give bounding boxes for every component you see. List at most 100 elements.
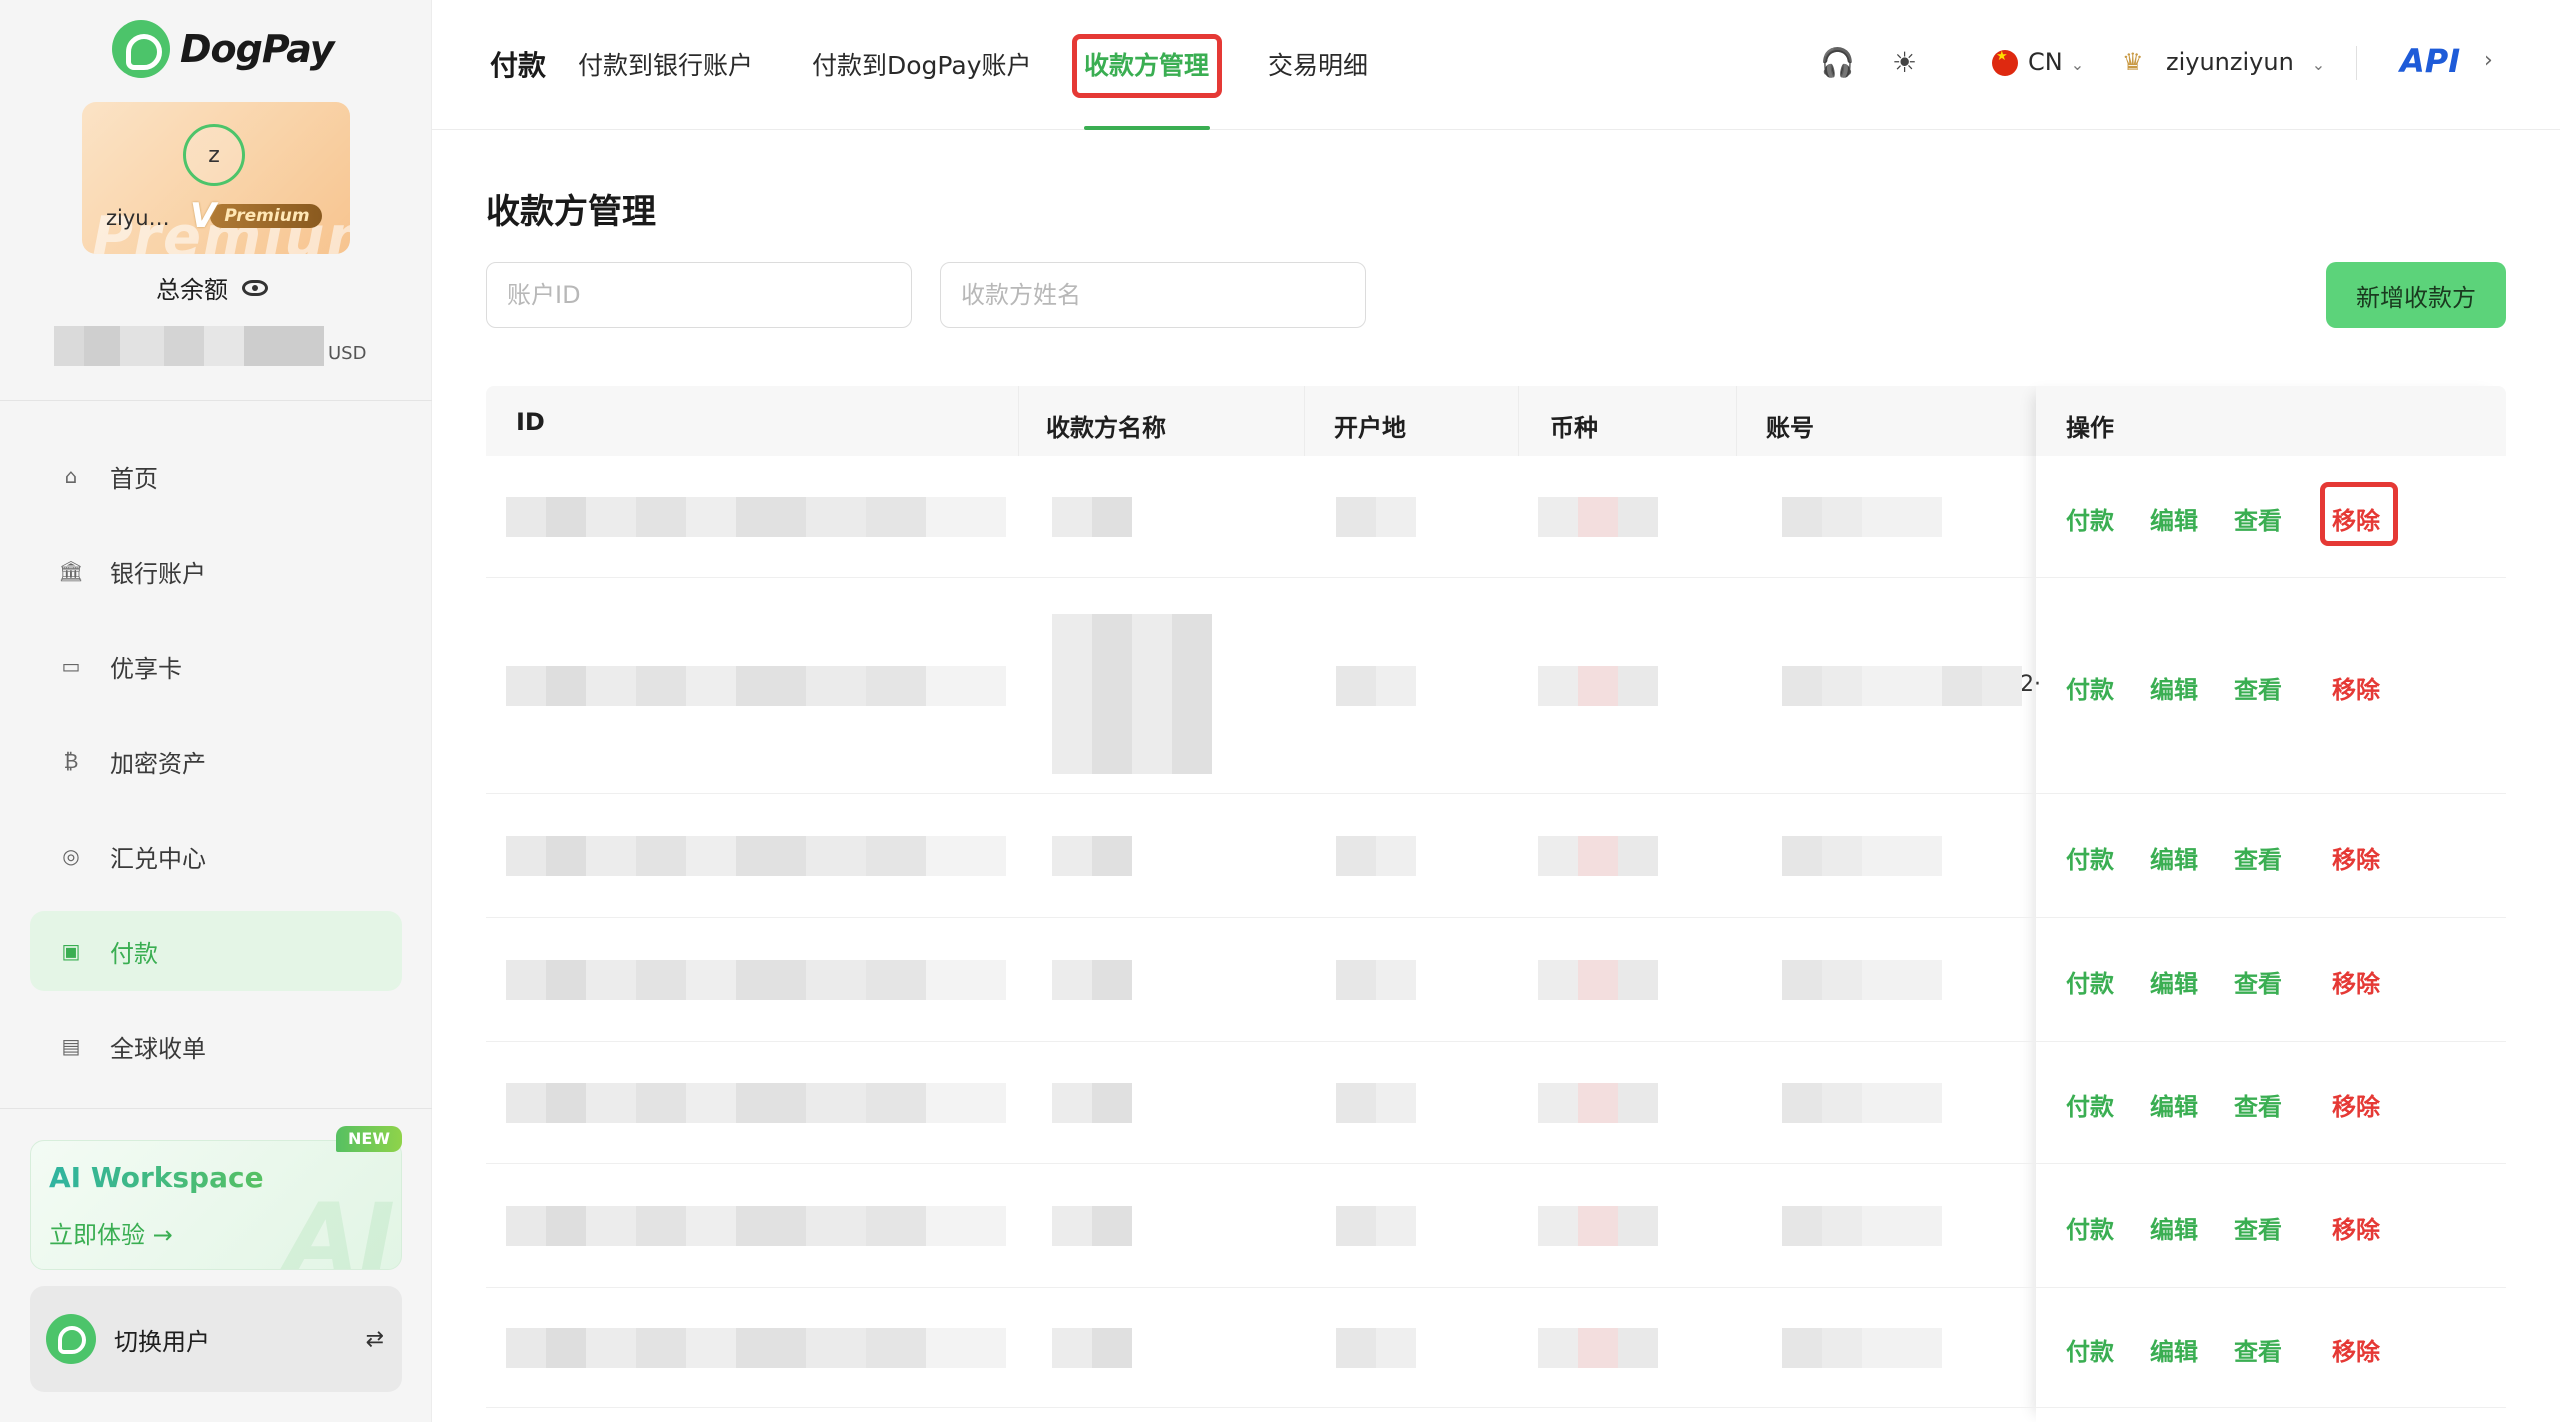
language-selector[interactable]: CN ⌄: [2028, 48, 2084, 76]
remove-button[interactable]: 移除: [2332, 1087, 2380, 1122]
column-header-payee-name: 收款方名称: [1046, 414, 1166, 442]
pay-button[interactable]: 付款: [2066, 840, 2114, 875]
table-row: 付款 编辑 查看 移除: [486, 1288, 2506, 1408]
view-button[interactable]: 查看: [2234, 1087, 2282, 1122]
table-row: 付款 编辑 查看 移除: [486, 1042, 2506, 1164]
edit-button[interactable]: 编辑: [2150, 1087, 2198, 1122]
pay-button[interactable]: 付款: [2066, 670, 2114, 705]
sidebar-item-payment[interactable]: ▣ 付款: [30, 911, 402, 991]
sidebar-item-label: 银行账户: [110, 559, 206, 588]
add-payee-button[interactable]: 新增收款方: [2326, 262, 2506, 328]
remove-button[interactable]: 移除: [2332, 840, 2380, 875]
page-title: 收款方管理: [486, 192, 656, 232]
edit-button[interactable]: 编辑: [2150, 501, 2198, 536]
account-id-input[interactable]: [486, 262, 912, 328]
dogpay-avatar-icon: [46, 1314, 96, 1364]
payee-name-input[interactable]: [940, 262, 1366, 328]
highlight-box: [2320, 482, 2398, 546]
balance-label-row: 总余额: [156, 270, 268, 305]
edit-button[interactable]: 编辑: [2150, 1332, 2198, 1367]
user-menu[interactable]: ziyunziyun ⌄: [2166, 48, 2325, 76]
tab-pay-to-bank[interactable]: 付款到银行账户: [578, 46, 753, 82]
edit-button[interactable]: 编辑: [2150, 840, 2198, 875]
edit-button[interactable]: 编辑: [2150, 964, 2198, 999]
sidebar-item-crypto[interactable]: ₿ 加密资产: [30, 721, 402, 801]
switch-user-button[interactable]: 切换用户 ⇄: [30, 1286, 402, 1392]
sidebar-item-exchange[interactable]: ◎ 汇兑中心: [30, 816, 402, 896]
remove-button[interactable]: 移除: [2332, 1210, 2380, 1245]
tab-pay-to-dogpay[interactable]: 付款到DogPay账户: [812, 46, 1031, 82]
dogpay-logo[interactable]: DogPay: [112, 20, 335, 78]
column-header-currency: 币种: [1550, 414, 1598, 442]
column-divider: [1518, 386, 1519, 456]
table-row: 付款 编辑 查看 移除: [486, 578, 2506, 794]
home-icon: ⌂: [64, 464, 78, 488]
sidebar-nav: ⌂ 首页 🏛 银行账户 ▭ 优享卡 ₿ 加密资产 ◎ 汇兑中心 ▣ 付款 ▤ 全…: [30, 436, 402, 1101]
theme-sun-icon[interactable]: ☀: [1892, 46, 1917, 79]
sidebar-item-label: 汇兑中心: [110, 844, 206, 873]
balance-currency: USD: [328, 343, 367, 364]
view-button[interactable]: 查看: [2234, 670, 2282, 705]
eye-icon[interactable]: [242, 279, 268, 296]
pay-button[interactable]: 付款: [2066, 964, 2114, 999]
china-flag-icon: [1992, 49, 2018, 76]
sidebar-item-label: 加密资产: [110, 749, 206, 778]
balance-value: USD: [54, 326, 366, 366]
location-cell-blurred: [1336, 666, 1416, 706]
edit-button[interactable]: 编辑: [2150, 670, 2198, 705]
edit-button[interactable]: 编辑: [2150, 1210, 2198, 1245]
sidebar-item-label: 全球收单: [110, 1034, 206, 1063]
avatar: z: [183, 124, 245, 186]
view-button[interactable]: 查看: [2234, 840, 2282, 875]
chevron-right-icon[interactable]: ›: [2484, 48, 2493, 73]
remove-button[interactable]: 移除: [2332, 670, 2380, 705]
table-row: 付款 编辑 查看 移除: [486, 794, 2506, 918]
view-button[interactable]: 查看: [2234, 501, 2282, 536]
sidebar-item-acquiring[interactable]: ▤ 全球收单: [30, 1006, 402, 1086]
pay-button[interactable]: 付款: [2066, 1332, 2114, 1367]
location-cell-blurred: [1336, 836, 1416, 876]
bank-icon: 🏛: [58, 559, 84, 583]
currency-cell-blurred: [1538, 836, 1658, 876]
account-cell-blurred: [1782, 497, 1942, 537]
location-cell-blurred: [1336, 1328, 1416, 1368]
ai-workspace-card[interactable]: AI AI Workspace 立即体验 →: [30, 1140, 402, 1270]
ai-try-now-link[interactable]: 立即体验 →: [49, 1215, 173, 1250]
remove-button[interactable]: 移除: [2332, 1332, 2380, 1367]
location-cell-blurred: [1336, 1206, 1416, 1246]
vip-v-icon: V: [190, 196, 217, 236]
id-cell-blurred: [506, 836, 1006, 876]
dogpay-logo-icon: [112, 20, 170, 78]
table-row: 付款 编辑 查看 移除: [486, 1164, 2506, 1288]
id-cell-blurred: [506, 1083, 1006, 1123]
pay-button[interactable]: 付款: [2066, 501, 2114, 536]
api-link[interactable]: API: [2400, 42, 2460, 80]
sidebar-item-cards[interactable]: ▭ 优享卡: [30, 626, 402, 706]
pay-button[interactable]: 付款: [2066, 1210, 2114, 1245]
user-name: ziyu…: [106, 206, 170, 230]
sidebar-divider: [0, 400, 432, 401]
bitcoin-icon: ₿: [63, 748, 79, 773]
sidebar-item-bank-account[interactable]: 🏛 银行账户: [30, 531, 402, 611]
remove-button[interactable]: 移除: [2332, 964, 2380, 999]
payee-name-cell-blurred: [1052, 1206, 1132, 1246]
payee-name-cell-blurred: [1052, 497, 1132, 537]
payee-table: ID 收款方名称 开户地 币种 账号 操作 2· 付款 编辑 查看 移除 付款 编辑 查看移…: [486, 386, 2506, 1422]
switch-user-label: 切换用户: [114, 1327, 210, 1356]
exchange-icon: ◎: [62, 844, 80, 868]
view-button[interactable]: 查看: [2234, 964, 2282, 999]
payee-name-cell-blurred: [1052, 836, 1132, 876]
pay-button[interactable]: 付款: [2066, 1087, 2114, 1122]
headset-icon[interactable]: 🎧: [1820, 46, 1855, 79]
tab-transactions[interactable]: 交易明细: [1268, 46, 1368, 82]
column-header-id: ID: [516, 408, 545, 436]
sidebar-item-home[interactable]: ⌂ 首页: [30, 436, 402, 516]
user-card[interactable]: Premium z ziyu… V Premium: [82, 102, 350, 254]
sidebar-item-label: 优享卡: [110, 654, 182, 683]
view-button[interactable]: 查看: [2234, 1210, 2282, 1245]
id-cell-blurred: [506, 666, 1006, 706]
view-button[interactable]: 查看: [2234, 1332, 2282, 1367]
column-header-actions: 操作: [2066, 414, 2114, 442]
payee-name-cell-blurred: [1052, 614, 1212, 774]
currency-cell-blurred: [1538, 1083, 1658, 1123]
